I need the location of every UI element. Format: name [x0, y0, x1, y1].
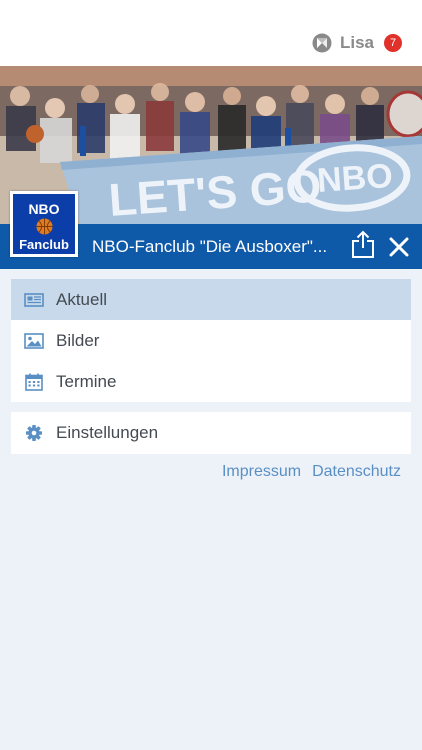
basketball-icon [36, 218, 53, 235]
menu-item-label: Aktuell [56, 289, 108, 309]
settings-label: Einstellungen [56, 423, 159, 442]
menu-item-termine[interactable]: Termine [11, 361, 411, 402]
user-logo-icon [312, 33, 332, 53]
datenschutz-link[interactable]: Datenschutz [312, 463, 401, 481]
newspaper-icon [24, 292, 44, 307]
notification-badge[interactable]: 7 [384, 34, 402, 52]
user-name: Lisa [339, 33, 374, 52]
club-title: NBO-Fanclub "Die Ausboxer"... [92, 237, 328, 256]
close-icon[interactable] [388, 236, 410, 258]
calendar-icon [25, 373, 43, 391]
logo-text-bottom: Fanclub [19, 237, 69, 252]
menu-item-label: Termine [56, 371, 117, 391]
impressum-link[interactable]: Impressum [222, 463, 301, 481]
app-screen: Lisa 7 LET'S GO NBO NBO-Fanclub "Die Aus… [0, 0, 422, 750]
gear-icon [26, 425, 42, 441]
user-menu[interactable]: Lisa 7 [312, 33, 402, 53]
share-icon[interactable] [351, 230, 375, 258]
image-icon [24, 332, 44, 349]
menu-item-label: Bilder [56, 330, 100, 350]
footer-links: Impressum Datenschutz [222, 463, 401, 481]
menu-item-einstellungen[interactable]: Einstellungen [11, 412, 411, 454]
top-bar: Lisa 7 [0, 0, 422, 66]
club-logo: NBO Fanclub [10, 191, 78, 257]
navigation-menu: Aktuell Bilder Termine [11, 279, 411, 402]
banner-brand: NBO [316, 157, 394, 200]
menu-item-aktuell[interactable]: Aktuell [11, 279, 411, 320]
logo-text-top: NBO [28, 201, 60, 217]
menu-item-bilder[interactable]: Bilder [11, 320, 411, 361]
